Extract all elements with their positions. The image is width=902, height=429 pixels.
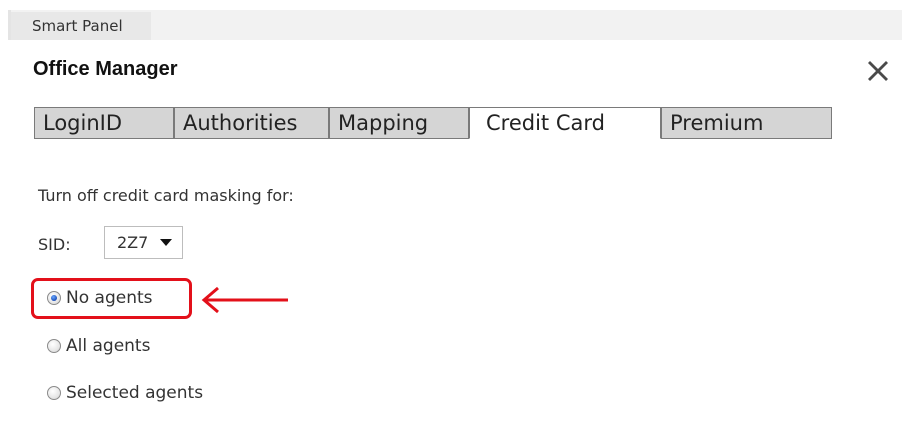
sid-label: SID: [38,235,71,254]
sid-dropdown[interactable]: 2Z7 [104,226,183,259]
radio-all-agents[interactable]: All agents [47,334,150,358]
tab-authorities[interactable]: Authorities [174,107,329,139]
radio-label-selected-agents: Selected agents [66,383,204,403]
sid-selected-value: 2Z7 [117,233,149,252]
left-arrow-icon [201,286,288,314]
radio-label-no-agents: No agents [66,288,153,308]
tab-mapping[interactable]: Mapping [329,107,469,139]
tab-credit-card[interactable]: Credit Card [469,107,661,139]
close-icon[interactable] [862,55,894,87]
radio-label-all-agents: All agents [66,336,151,356]
radio-button-icon[interactable] [47,291,61,305]
dialog-title: Office Manager [33,58,178,80]
radio-button-icon[interactable] [47,386,61,400]
smart-panel-tab[interactable]: Smart Panel [11,12,151,40]
radio-button-icon[interactable] [47,339,61,353]
tab-premium[interactable]: Premium [661,107,832,139]
chevron-down-icon [160,239,172,246]
radio-selected-agents[interactable]: Selected agents [47,381,203,405]
radio-no-agents[interactable]: No agents [47,286,153,310]
tab-loginid[interactable]: LoginID [34,107,174,139]
masking-prompt: Turn off credit card masking for: [38,186,294,205]
smart-panel-page: Smart Panel Office Manager LoginID Autho… [0,0,902,429]
